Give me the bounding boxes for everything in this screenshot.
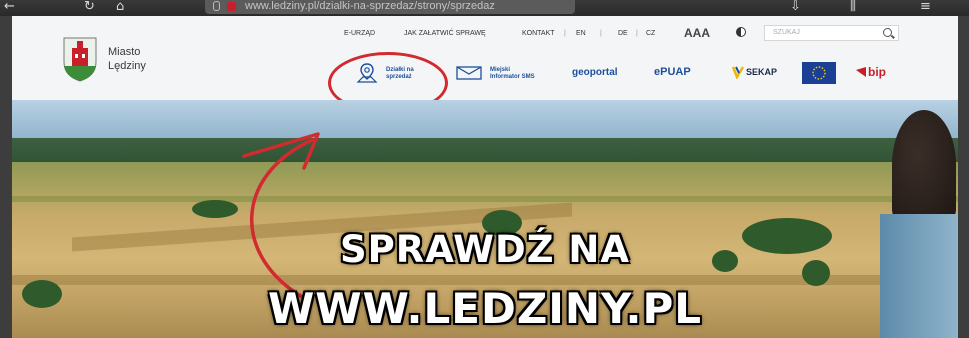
reload-icon[interactable]: ↻ [84, 0, 95, 16]
banner-line-1: SPRAWDŹ NA [339, 228, 631, 271]
site-favicon [227, 2, 236, 11]
browser-toolbar: ← ↻ ⌂ www.ledziny.pl/dzialki-na-sprzedaz… [0, 0, 969, 16]
menu-icon[interactable]: ≡ [920, 0, 931, 16]
banner-line-2: WWW.LEDZINY.PL [267, 284, 703, 333]
home-icon[interactable]: ⌂ [116, 0, 124, 16]
lock-icon [213, 1, 220, 11]
screen-frame-right [958, 16, 969, 338]
library-icon[interactable]: ⫼ [850, 0, 856, 16]
url-text: www.ledziny.pl/dzialki-na-sprzedaz/stron… [245, 0, 495, 12]
address-bar[interactable]: www.ledziny.pl/dzialki-na-sprzedaz/stron… [205, 0, 575, 14]
back-icon[interactable]: ← [4, 0, 15, 16]
screen-frame-left [0, 16, 12, 338]
website-viewport: Miasto Lędziny E-URZĄD JAK ZAŁATWIĆ SPRA… [12, 16, 958, 338]
download-icon[interactable]: ⇩ [790, 0, 801, 16]
